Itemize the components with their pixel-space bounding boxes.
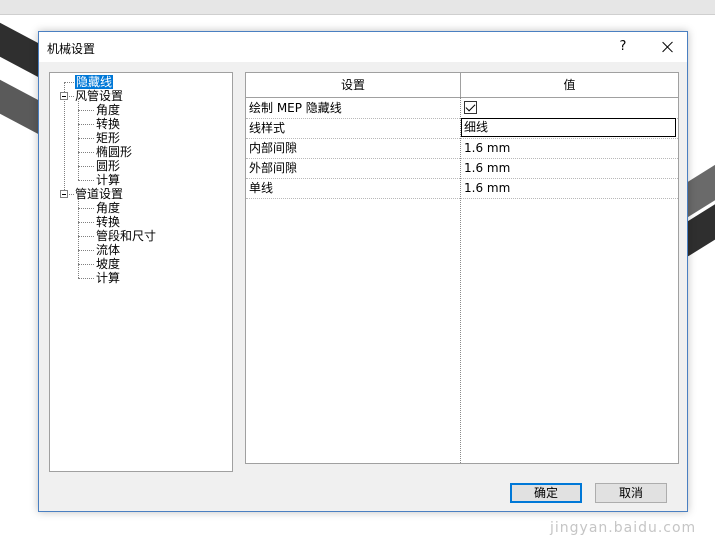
tree-line xyxy=(78,110,94,111)
setting-name-draw-mep-hidden-lines: 绘制 MEP 隐藏线 xyxy=(249,101,342,115)
tree-item-hidden-line[interactable]: 隐藏线 xyxy=(75,75,114,89)
tree-line xyxy=(78,152,94,153)
help-button[interactable]: ? xyxy=(615,39,631,55)
tree-item-duct-settings[interactable]: 风管设置 xyxy=(75,89,123,103)
tree-item-pipe-segments-sizes[interactable]: 管段和尺寸 xyxy=(96,229,156,243)
tree-line xyxy=(78,138,94,139)
tree-item-duct-rectangular[interactable]: 矩形 xyxy=(96,131,120,145)
setting-name-line-style: 线样式 xyxy=(249,121,286,135)
table-row: 外部间隙 1.6 mm xyxy=(246,158,678,179)
tree-line xyxy=(78,264,94,265)
close-button[interactable] xyxy=(653,34,683,60)
mechanical-settings-dialog: 机械设置 ? 隐藏线 风管设置 角度 转换 矩形 椭圆形 圆形 计算 管道设置 xyxy=(38,31,688,512)
ok-button[interactable]: 确定 xyxy=(510,483,582,503)
table-row: 线样式 细线 xyxy=(246,118,678,139)
tree-line xyxy=(64,82,74,83)
tree-item-pipe-conversion[interactable]: 转换 xyxy=(96,215,120,229)
tree-line xyxy=(78,101,79,180)
grid-header: 设置 值 xyxy=(246,73,678,98)
inside-gap-value[interactable]: 1.6 mm xyxy=(464,138,676,158)
tree-line xyxy=(78,199,79,278)
table-row: 内部间隙 1.6 mm xyxy=(246,138,678,159)
tree-line xyxy=(78,124,94,125)
tree-item-duct-oval[interactable]: 椭圆形 xyxy=(96,145,132,159)
column-header-value[interactable]: 值 xyxy=(461,73,678,97)
tree-line xyxy=(78,222,94,223)
tree-item-duct-calculation[interactable]: 计算 xyxy=(96,173,120,187)
tree-item-pipe-settings[interactable]: 管道设置 xyxy=(75,187,123,201)
collapse-icon[interactable] xyxy=(60,92,68,100)
dialog-titlebar: 机械设置 ? xyxy=(39,32,687,62)
tree-item-duct-angle[interactable]: 角度 xyxy=(96,103,120,117)
setting-name-inside-gap: 内部间隙 xyxy=(249,141,298,155)
tree-line xyxy=(78,208,94,209)
line-style-field[interactable]: 细线 xyxy=(461,118,676,137)
single-line-value[interactable]: 1.6 mm xyxy=(464,178,676,198)
tree-item-duct-conversion[interactable]: 转换 xyxy=(96,117,120,131)
watermark-text: jingyan.baidu.com xyxy=(550,520,697,536)
tree-item-pipe-slope[interactable]: 坡度 xyxy=(96,257,120,271)
cancel-button[interactable]: 取消 xyxy=(595,483,667,503)
table-row: 单线 1.6 mm xyxy=(246,178,678,199)
collapse-icon[interactable] xyxy=(60,190,68,198)
setting-name-single-line: 单线 xyxy=(249,181,274,195)
setting-name-outside-gap: 外部间隙 xyxy=(249,161,298,175)
viewport-top-band xyxy=(0,0,715,15)
tree-line xyxy=(78,250,94,251)
tree-item-pipe-fluids[interactable]: 流体 xyxy=(96,243,120,257)
tree-line xyxy=(78,166,94,167)
tree-item-pipe-angle[interactable]: 角度 xyxy=(96,201,120,215)
draw-mep-hidden-lines-checkbox[interactable] xyxy=(464,101,477,114)
settings-tree[interactable]: 隐藏线 风管设置 角度 转换 矩形 椭圆形 圆形 计算 管道设置 角度 转换 管… xyxy=(49,72,233,472)
settings-property-grid: 设置 值 绘制 MEP 隐藏线 线样式 细线 内部间隙 1.6 mm 外部间隙 … xyxy=(245,72,679,464)
tree-line xyxy=(78,278,94,279)
tree-item-pipe-calculation[interactable]: 计算 xyxy=(96,271,120,285)
outside-gap-value[interactable]: 1.6 mm xyxy=(464,158,676,178)
tree-line xyxy=(78,236,94,237)
tree-line xyxy=(78,180,94,181)
dialog-title: 机械设置 xyxy=(47,42,96,56)
table-row: 绘制 MEP 隐藏线 xyxy=(246,98,678,119)
tree-item-duct-round[interactable]: 圆形 xyxy=(96,159,120,173)
column-header-setting[interactable]: 设置 xyxy=(246,73,461,97)
